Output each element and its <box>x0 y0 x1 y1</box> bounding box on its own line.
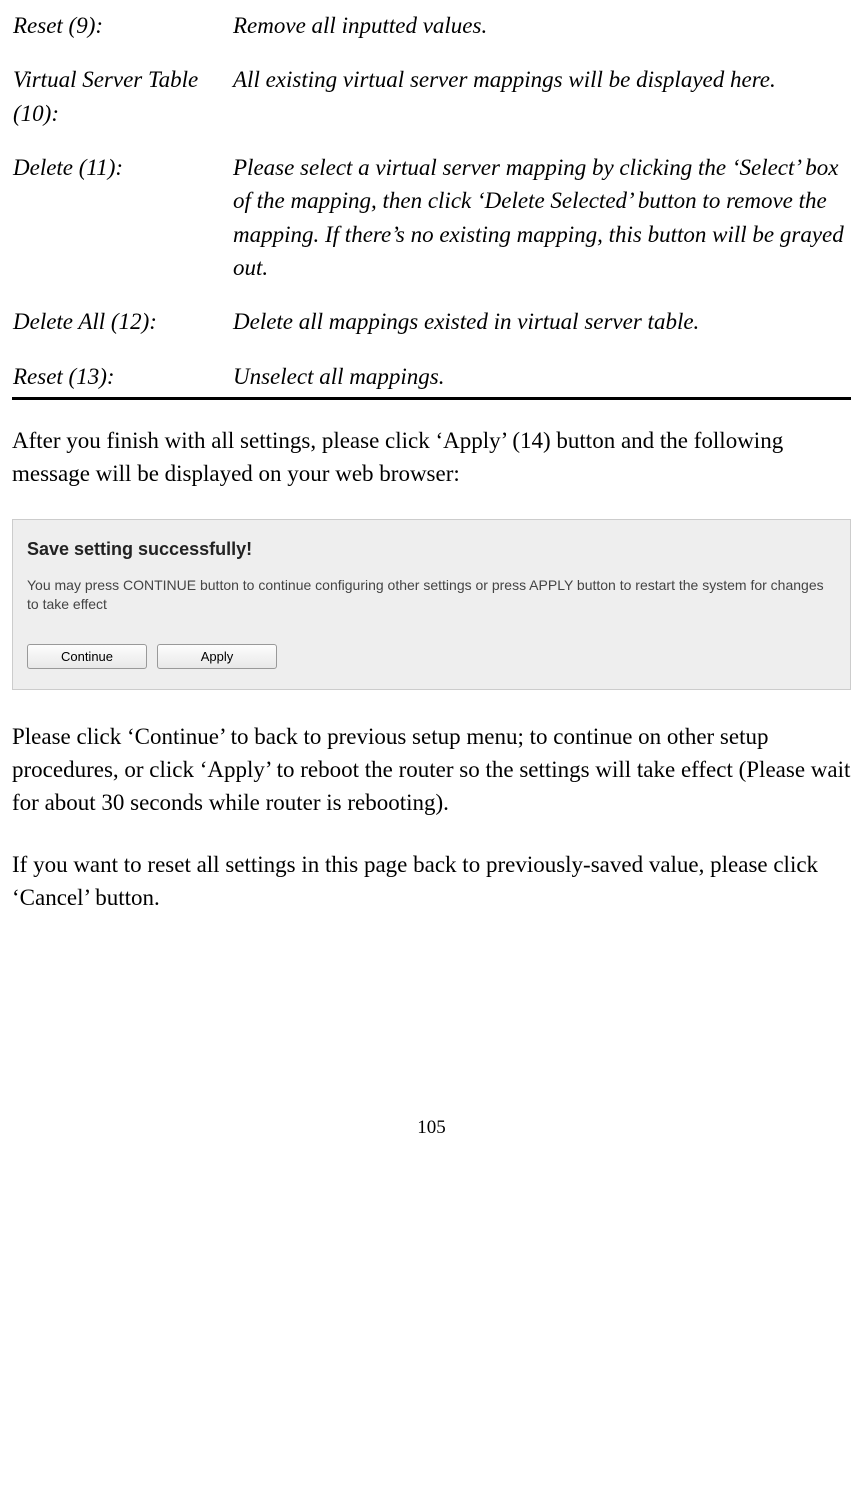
paragraph-apply-note: After you finish with all settings, plea… <box>12 424 851 491</box>
paragraph-cancel-note: If you want to reset all settings in thi… <box>12 848 851 915</box>
apply-button[interactable]: Apply <box>157 644 277 669</box>
dialog-message: You may press CONTINUE button to continu… <box>27 576 836 614</box>
definition-desc: All existing virtual server mappings wil… <box>232 62 851 150</box>
definition-row: Reset (9): Remove all inputted values. <box>12 8 851 62</box>
page-number: 105 <box>12 1114 851 1142</box>
definition-term: Reset (13): <box>12 359 232 399</box>
definition-row: Virtual Server Table (10): All existing … <box>12 62 851 150</box>
definition-desc: Delete all mappings existed in virtual s… <box>232 304 851 358</box>
definition-row: Reset (13): Unselect all mappings. <box>12 359 851 399</box>
definition-term: Virtual Server Table (10): <box>12 62 232 150</box>
definition-desc: Remove all inputted values. <box>232 8 851 62</box>
paragraph-continue-note: Please click ‘Continue’ to back to previ… <box>12 720 851 820</box>
definition-row: Delete (11): Please select a virtual ser… <box>12 150 851 304</box>
save-dialog: Save setting successfully! You may press… <box>12 519 851 690</box>
definition-term: Reset (9): <box>12 8 232 62</box>
dialog-button-row: Continue Apply <box>27 644 836 669</box>
dialog-title: Save setting successfully! <box>27 536 836 562</box>
continue-button[interactable]: Continue <box>27 644 147 669</box>
definition-term: Delete All (12): <box>12 304 232 358</box>
definitions-table: Reset (9): Remove all inputted values. V… <box>12 8 851 400</box>
definition-desc: Unselect all mappings. <box>232 359 851 399</box>
definition-row: Delete All (12): Delete all mappings exi… <box>12 304 851 358</box>
definition-desc: Please select a virtual server mapping b… <box>232 150 851 304</box>
definition-term: Delete (11): <box>12 150 232 304</box>
